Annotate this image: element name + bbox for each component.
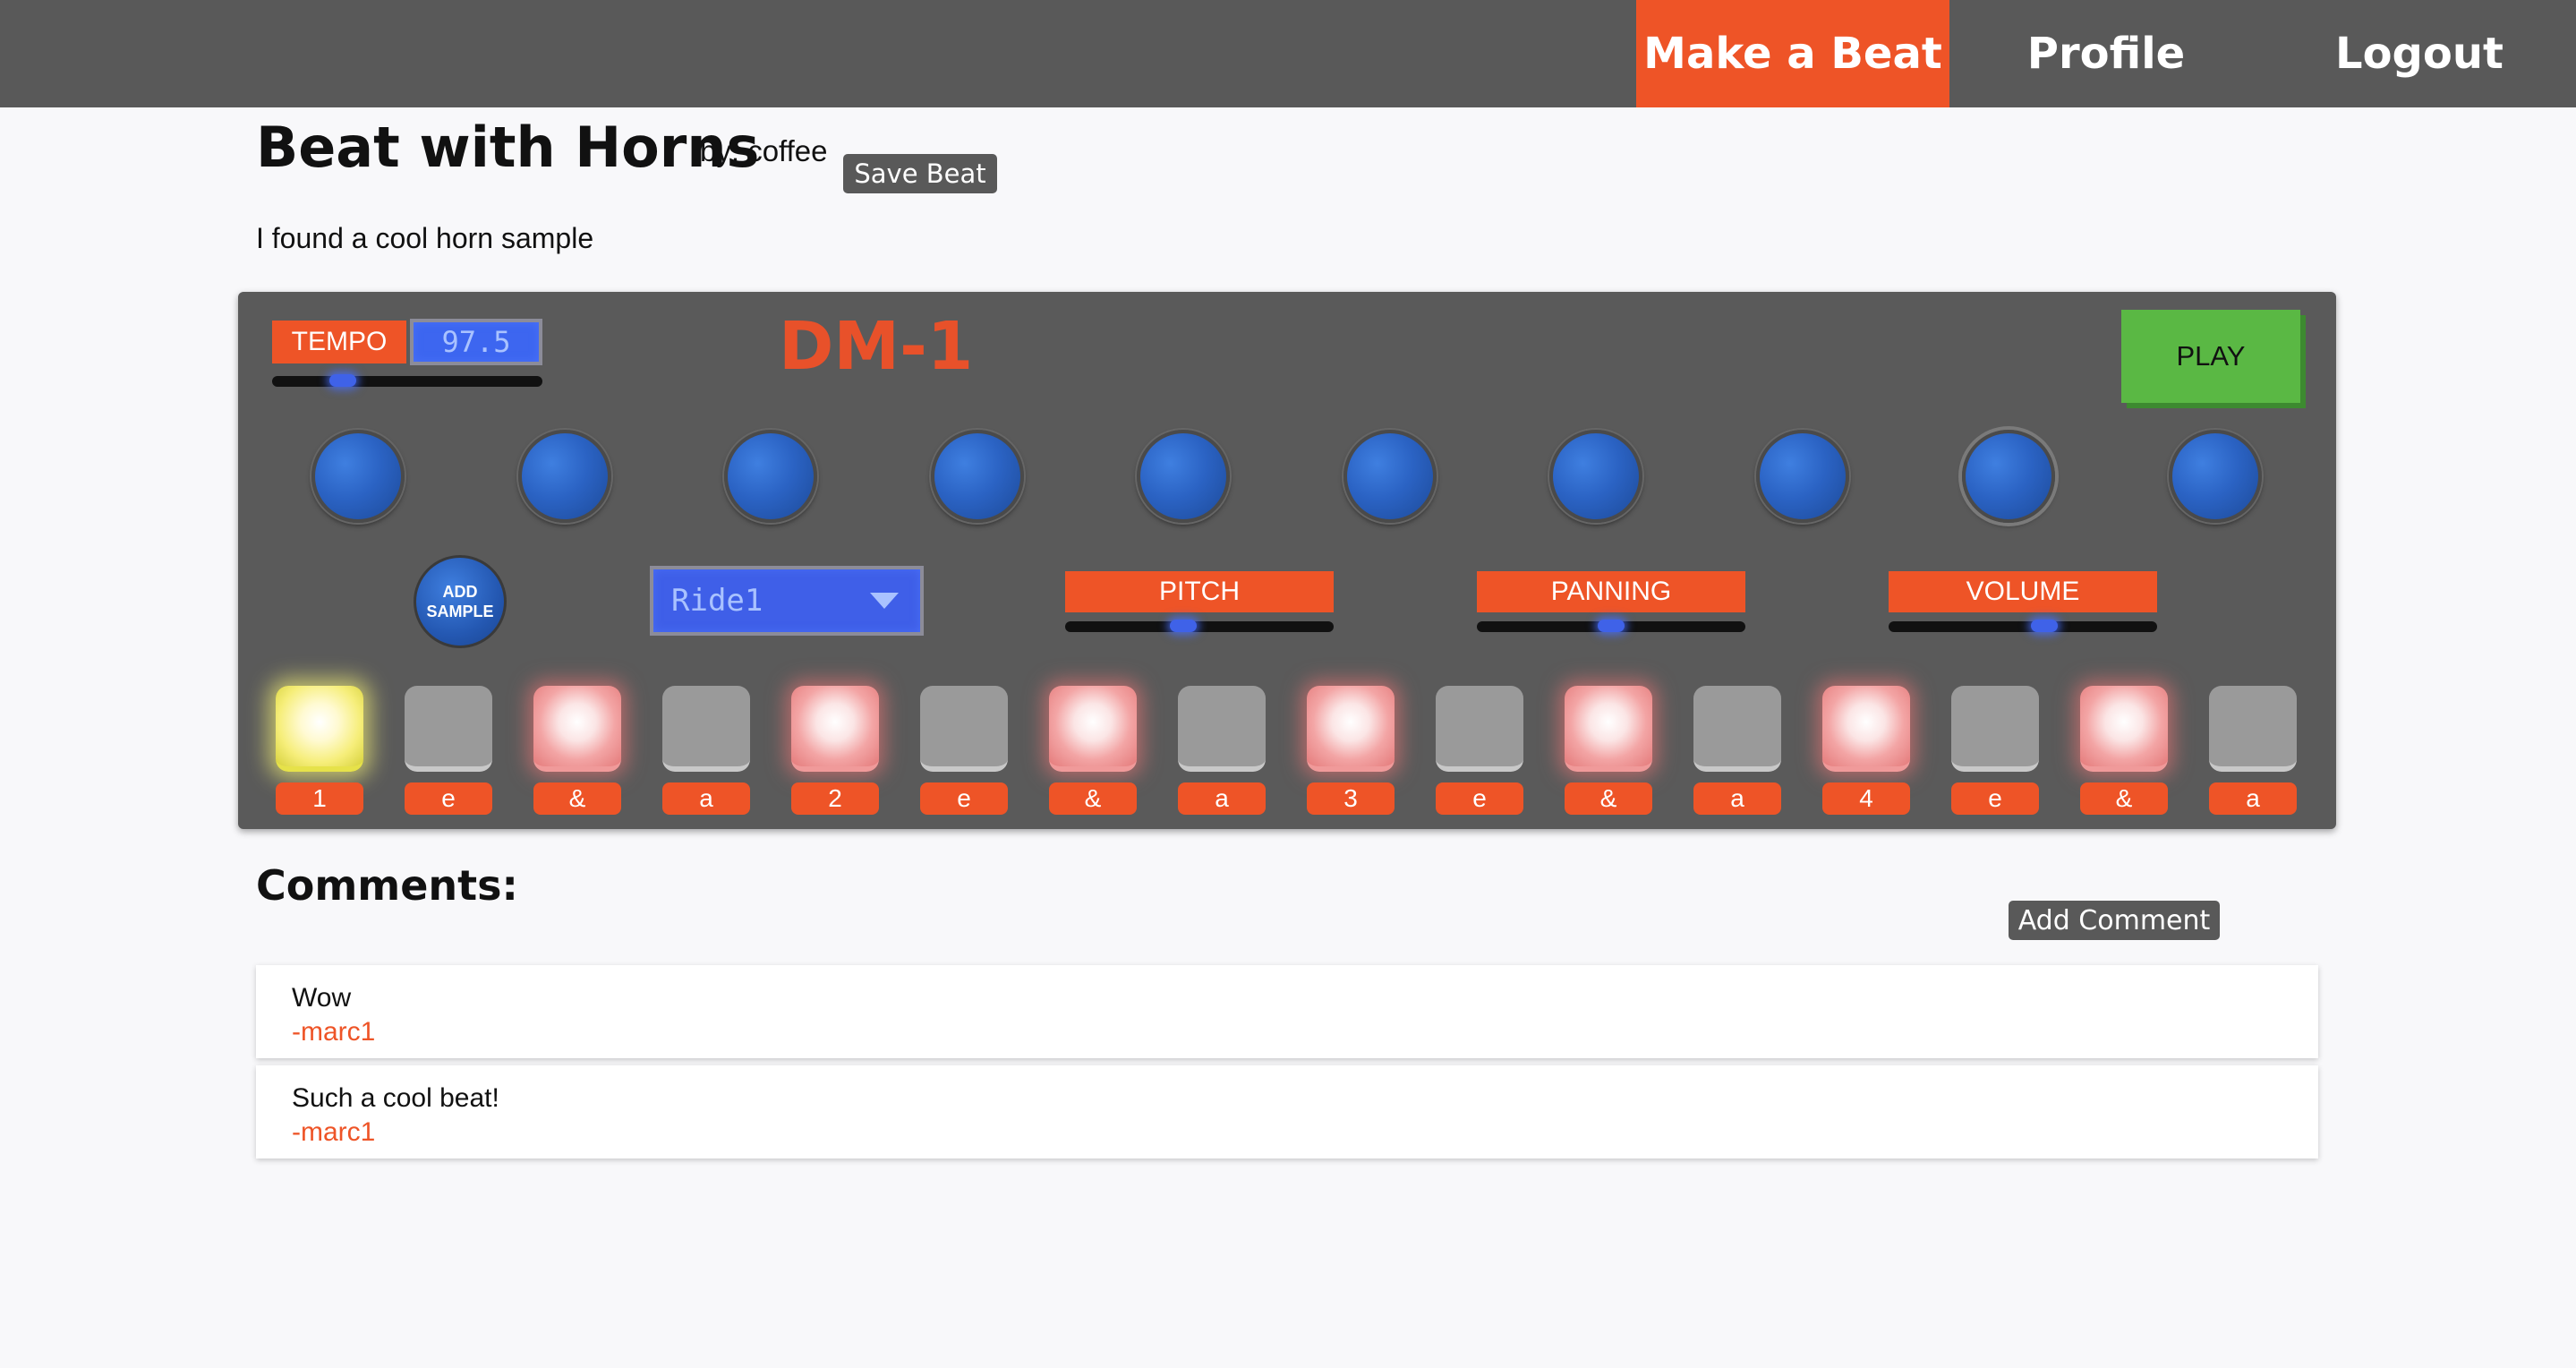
comment-author: -marc1 bbox=[292, 1017, 376, 1047]
step-pad[interactable] bbox=[2209, 686, 2297, 782]
knob-2[interactable] bbox=[518, 430, 611, 523]
step-pad-light[interactable] bbox=[1565, 686, 1652, 772]
machine-name: DM-1 bbox=[779, 308, 974, 385]
panning-slider-thumb[interactable] bbox=[1598, 620, 1625, 632]
volume-label: VOLUME bbox=[1889, 571, 2157, 612]
pitch-label: PITCH bbox=[1065, 571, 1334, 612]
knob-8[interactable] bbox=[1756, 430, 1849, 523]
step-pad[interactable] bbox=[405, 686, 492, 782]
knob-10[interactable] bbox=[2169, 430, 2262, 523]
step-label: a bbox=[662, 782, 750, 815]
knob-4[interactable] bbox=[931, 430, 1024, 523]
step-pad-light[interactable] bbox=[533, 686, 621, 772]
knob-3[interactable] bbox=[724, 430, 817, 523]
beat-title: Beat with Horns bbox=[256, 115, 760, 180]
selected-sample-value: Ride1 bbox=[671, 583, 763, 619]
top-navbar: Make a Beat Profile Logout bbox=[0, 0, 2576, 107]
step-pad-light[interactable] bbox=[405, 686, 492, 772]
step-pad[interactable] bbox=[920, 686, 1008, 782]
step-pad-light[interactable] bbox=[1178, 686, 1266, 772]
step-pad[interactable] bbox=[791, 686, 879, 782]
nav-make-a-beat[interactable]: Make a Beat bbox=[1636, 0, 1949, 107]
comment-item: Wow -marc1 bbox=[256, 965, 2318, 1058]
nav-logout[interactable]: Logout bbox=[2263, 0, 2576, 107]
tempo-label: TEMPO bbox=[272, 321, 406, 363]
knob-7[interactable] bbox=[1549, 430, 1642, 523]
step-pad[interactable] bbox=[1436, 686, 1523, 782]
add-sample-label-line1: ADD bbox=[442, 583, 478, 601]
add-sample-button[interactable]: ADD SAMPLE bbox=[414, 555, 507, 648]
drum-machine-panel: TEMPO 97.5 DM-1 PLAY ADD SAMPLE Ride1 PI… bbox=[238, 292, 2336, 829]
step-pad-light[interactable] bbox=[1049, 686, 1137, 772]
step-pad-light[interactable] bbox=[662, 686, 750, 772]
play-button[interactable]: PLAY bbox=[2121, 310, 2300, 403]
step-label: e bbox=[920, 782, 1008, 815]
comments-heading: Comments: bbox=[256, 861, 518, 910]
pitch-slider-thumb[interactable] bbox=[1170, 620, 1197, 632]
step-label: e bbox=[1951, 782, 2039, 815]
pitch-slider[interactable] bbox=[1065, 620, 1334, 632]
step-label: & bbox=[1565, 782, 1652, 815]
step-pad-light[interactable] bbox=[1822, 686, 1910, 772]
step-pad-light[interactable] bbox=[1693, 686, 1781, 772]
step-pad[interactable] bbox=[276, 686, 363, 782]
step-pad[interactable] bbox=[1951, 686, 2039, 782]
step-pad[interactable] bbox=[1307, 686, 1395, 782]
step-label: e bbox=[405, 782, 492, 815]
step-pad[interactable] bbox=[662, 686, 750, 782]
step-label: a bbox=[1693, 782, 1781, 815]
step-pad[interactable] bbox=[533, 686, 621, 782]
step-label: & bbox=[533, 782, 621, 815]
volume-slider-thumb[interactable] bbox=[2031, 620, 2058, 632]
tempo-display: 97.5 bbox=[410, 319, 542, 365]
panning-slider[interactable] bbox=[1477, 620, 1745, 632]
step-label: & bbox=[1049, 782, 1137, 815]
nav-profile[interactable]: Profile bbox=[1949, 0, 2263, 107]
step-label: e bbox=[1436, 782, 1523, 815]
knob-6[interactable] bbox=[1343, 430, 1437, 523]
step-label: 1 bbox=[276, 782, 363, 815]
step-label: a bbox=[2209, 782, 2297, 815]
volume-slider[interactable] bbox=[1889, 620, 2157, 632]
step-label: a bbox=[1178, 782, 1266, 815]
comment-item: Such a cool beat! -marc1 bbox=[256, 1065, 2318, 1159]
add-sample-label-line2: SAMPLE bbox=[426, 603, 494, 620]
tempo-slider[interactable] bbox=[272, 374, 542, 387]
step-pad[interactable] bbox=[1693, 686, 1781, 782]
step-pad-light[interactable] bbox=[2080, 686, 2168, 772]
step-label: & bbox=[2080, 782, 2168, 815]
comment-author: -marc1 bbox=[292, 1117, 376, 1147]
beat-author: by: coffee bbox=[700, 134, 828, 167]
step-label: 2 bbox=[791, 782, 879, 815]
sample-select[interactable]: Ride1 bbox=[650, 566, 924, 636]
step-pad[interactable] bbox=[1565, 686, 1652, 782]
comment-text: Wow bbox=[292, 983, 352, 1013]
step-pad-light[interactable] bbox=[920, 686, 1008, 772]
panning-label: PANNING bbox=[1477, 571, 1745, 612]
step-pad[interactable] bbox=[2080, 686, 2168, 782]
beat-description: I found a cool horn sample bbox=[256, 222, 594, 254]
knob-1[interactable] bbox=[311, 430, 405, 523]
step-pad[interactable] bbox=[1049, 686, 1137, 782]
chevron-down-icon bbox=[870, 593, 899, 609]
step-pad-light[interactable] bbox=[1436, 686, 1523, 772]
step-pad-light[interactable] bbox=[2209, 686, 2297, 772]
step-pad[interactable] bbox=[1178, 686, 1266, 782]
comment-text: Such a cool beat! bbox=[292, 1083, 499, 1113]
add-comment-button[interactable]: Add Comment bbox=[2009, 901, 2220, 940]
tempo-slider-thumb[interactable] bbox=[329, 374, 356, 387]
step-pad-light[interactable] bbox=[1951, 686, 2039, 772]
save-beat-button[interactable]: Save Beat bbox=[843, 154, 997, 193]
step-label: 3 bbox=[1307, 782, 1395, 815]
step-label: 4 bbox=[1822, 782, 1910, 815]
step-pad-light[interactable] bbox=[276, 686, 363, 772]
knob-5[interactable] bbox=[1137, 430, 1230, 523]
step-pad[interactable] bbox=[1822, 686, 1910, 782]
step-pad-light[interactable] bbox=[1307, 686, 1395, 772]
knob-9[interactable] bbox=[1962, 430, 2055, 523]
step-pad-light[interactable] bbox=[791, 686, 879, 772]
